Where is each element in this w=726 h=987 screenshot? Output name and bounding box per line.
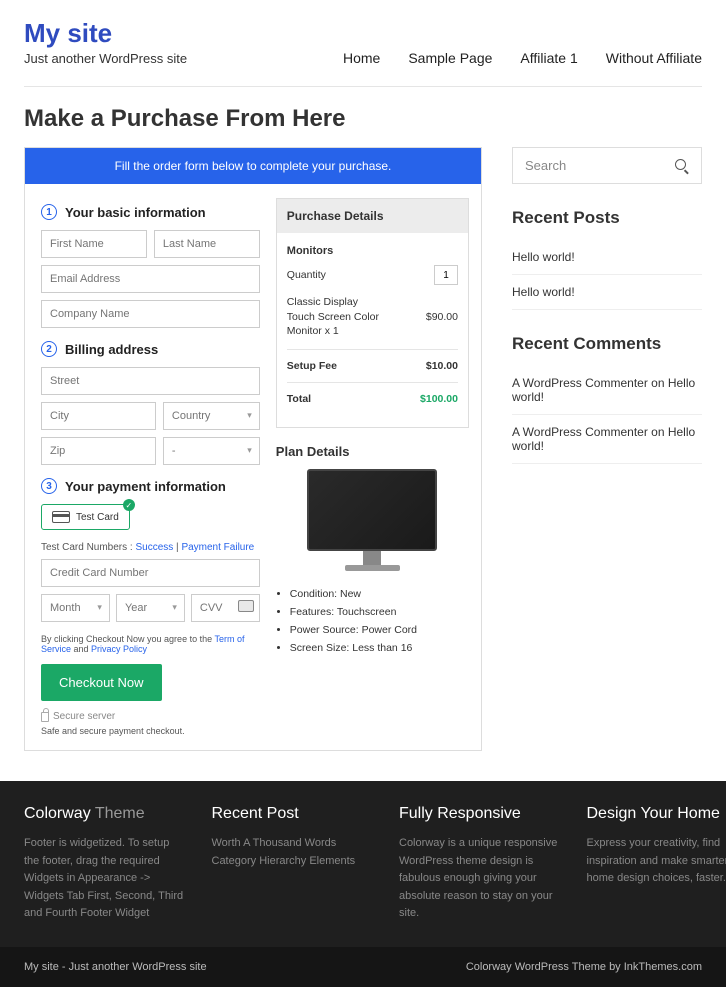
setup-label: Setup Fee bbox=[287, 360, 337, 372]
bullet: Power Source: Power Cord bbox=[290, 622, 469, 640]
billing-heading: Billing address bbox=[65, 342, 158, 357]
footer-right: Colorway WordPress Theme by InkThemes.co… bbox=[466, 961, 702, 973]
footer-col-text: Express your creativity, find inspiratio… bbox=[587, 835, 726, 888]
cvv-icon bbox=[238, 600, 254, 612]
test-card-label: Test Card bbox=[76, 512, 119, 523]
checkout-button[interactable]: Checkout Now bbox=[41, 664, 162, 701]
recent-post-link[interactable]: Hello world! bbox=[512, 250, 575, 264]
footer-bar: My site - Just another WordPress site Co… bbox=[0, 947, 726, 987]
footer-col-title: Design Your Home bbox=[587, 805, 726, 823]
footer-col-text: Footer is widgetized. To setup the foote… bbox=[24, 835, 188, 923]
step-3-icon: 3 bbox=[41, 478, 57, 494]
footer-col-title: Colorway bbox=[24, 805, 91, 822]
state-select[interactable] bbox=[163, 437, 260, 465]
bullet: Screen Size: Less than 16 bbox=[290, 640, 469, 658]
site-tagline: Just another WordPress site bbox=[24, 51, 187, 66]
item-name: Classic Display Touch Screen Color Monit… bbox=[287, 295, 387, 339]
street-input[interactable] bbox=[41, 367, 260, 395]
search-input[interactable]: Search bbox=[512, 147, 702, 184]
setup-price: $10.00 bbox=[426, 360, 458, 372]
quantity-label: Quantity bbox=[287, 269, 326, 281]
purchase-details: Purchase Details Monitors Quantity Class… bbox=[276, 198, 469, 428]
search-placeholder: Search bbox=[525, 158, 566, 173]
divider bbox=[24, 86, 702, 87]
privacy-link[interactable]: Privacy Policy bbox=[91, 644, 147, 654]
main-nav: Home Sample Page Affiliate 1 Without Aff… bbox=[343, 50, 702, 66]
step-2-icon: 2 bbox=[41, 341, 57, 357]
card-icon bbox=[52, 511, 70, 523]
comment-author-link[interactable]: A WordPress Commenter bbox=[512, 425, 648, 439]
product-image bbox=[307, 469, 437, 574]
site-title[interactable]: My site bbox=[24, 18, 187, 49]
checkout-panel: Fill the order form below to complete yo… bbox=[24, 147, 482, 751]
checkout-banner: Fill the order form below to complete yo… bbox=[25, 148, 481, 184]
payment-heading: Your payment information bbox=[65, 479, 226, 494]
nav-affiliate-1[interactable]: Affiliate 1 bbox=[520, 50, 577, 66]
search-icon[interactable] bbox=[675, 159, 689, 173]
safe-text: Safe and secure payment checkout. bbox=[41, 726, 260, 736]
footer: Colorway Theme Footer is widgetized. To … bbox=[0, 781, 726, 947]
credit-card-input[interactable] bbox=[41, 559, 260, 587]
nav-sample-page[interactable]: Sample Page bbox=[408, 50, 492, 66]
zip-input[interactable] bbox=[41, 437, 156, 465]
success-link[interactable]: Success bbox=[135, 542, 173, 553]
plan-heading: Plan Details bbox=[276, 444, 469, 459]
secure-label: Secure server bbox=[53, 711, 115, 722]
page-title: Make a Purchase From Here bbox=[0, 105, 726, 147]
city-input[interactable] bbox=[41, 402, 156, 430]
email-input[interactable] bbox=[41, 265, 260, 293]
last-name-input[interactable] bbox=[154, 230, 260, 258]
plan-bullets: Condition: New Features: Touchscreen Pow… bbox=[276, 586, 469, 657]
recent-posts-heading: Recent Posts bbox=[512, 208, 702, 228]
lock-icon bbox=[41, 712, 49, 722]
recent-post-link[interactable]: Hello world! bbox=[512, 285, 575, 299]
footer-col-title: Fully Responsive bbox=[399, 805, 563, 823]
recent-comment: A WordPress Commenter on Hello world! bbox=[512, 366, 702, 415]
quantity-input[interactable] bbox=[434, 265, 458, 285]
failure-link[interactable]: Payment Failure bbox=[181, 542, 254, 553]
month-select[interactable] bbox=[41, 594, 110, 622]
basic-info-heading: Your basic information bbox=[65, 205, 206, 220]
footer-left: My site - Just another WordPress site bbox=[24, 961, 207, 973]
nav-home[interactable]: Home bbox=[343, 50, 380, 66]
bullet: Condition: New bbox=[290, 586, 469, 604]
item-price: $90.00 bbox=[426, 311, 458, 323]
footer-col-title: Recent Post bbox=[212, 805, 376, 823]
purchase-heading: Purchase Details bbox=[277, 199, 468, 233]
bullet: Features: Touchscreen bbox=[290, 604, 469, 622]
year-select[interactable] bbox=[116, 594, 185, 622]
footer-col-text: Colorway is a unique responsive WordPres… bbox=[399, 835, 563, 923]
product-group: Monitors bbox=[287, 245, 458, 257]
comment-author-link[interactable]: A WordPress Commenter bbox=[512, 376, 648, 390]
country-select[interactable] bbox=[163, 402, 260, 430]
nav-without-affiliate[interactable]: Without Affiliate bbox=[606, 50, 702, 66]
first-name-input[interactable] bbox=[41, 230, 147, 258]
step-1-icon: 1 bbox=[41, 204, 57, 220]
footer-col-text: Worth A Thousand Words Category Hierarch… bbox=[212, 835, 376, 870]
test-card-option[interactable]: Test Card bbox=[41, 504, 130, 530]
total-label: Total bbox=[287, 393, 311, 405]
test-card-numbers: Test Card Numbers : Success | Payment Fa… bbox=[41, 542, 260, 553]
recent-comment: A WordPress Commenter on Hello world! bbox=[512, 415, 702, 464]
company-input[interactable] bbox=[41, 300, 260, 328]
legal-text: By clicking Checkout Now you agree to th… bbox=[41, 634, 260, 654]
recent-comments-heading: Recent Comments bbox=[512, 334, 702, 354]
total-price: $100.00 bbox=[420, 393, 458, 405]
